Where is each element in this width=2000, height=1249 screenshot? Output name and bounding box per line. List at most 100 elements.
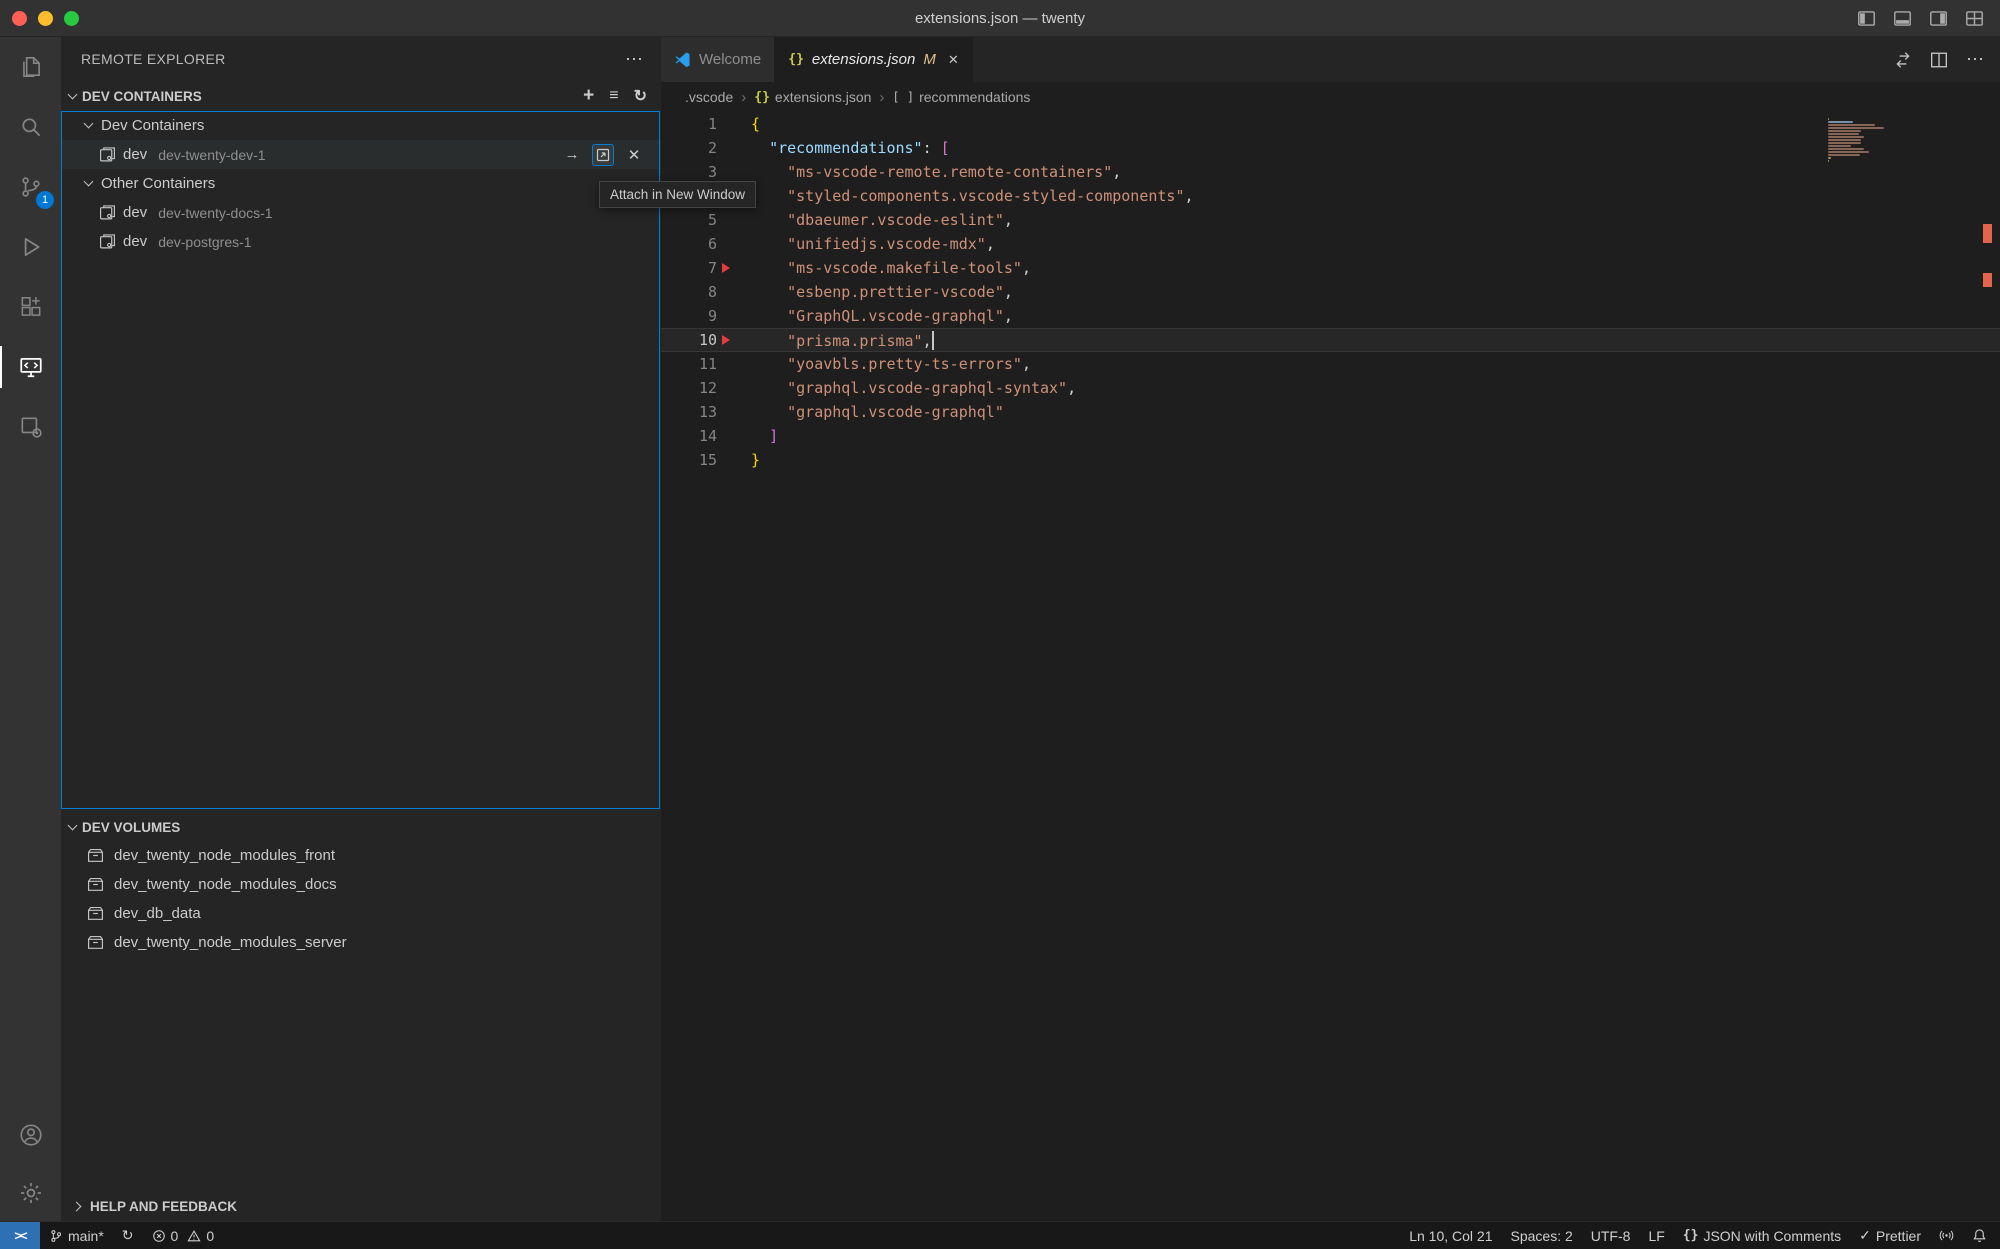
toggle-primary-sidebar-icon[interactable] [1857,9,1876,28]
overview-ruler[interactable] [1983,112,1992,1221]
breadcrumb-symbol[interactable]: [ ] recommendations [892,89,1030,105]
code-line-6[interactable]: 6 "unifiedjs.vscode-mdx", [661,232,2000,256]
code-line-7[interactable]: 7 "ms-vscode.makefile-tools", [661,256,2000,280]
attach-current-window-button[interactable]: → [561,144,583,166]
code-line-9[interactable]: 9 "GraphQL.vscode-graphql", [661,304,2000,328]
line-number[interactable]: 11 [661,355,717,373]
eol-item[interactable]: LF [1639,1222,1673,1249]
code-line-3[interactable]: 3 "ms-vscode-remote.remote-containers", [661,160,2000,184]
breadcrumb: .vscode › {} extensions.json › [ ] recom… [661,82,2000,112]
line-number[interactable]: 1 [661,115,717,133]
container-icon [99,204,116,221]
remote-explorer-icon[interactable] [0,337,61,397]
close-window-button[interactable] [12,11,27,26]
git-branch-item[interactable]: main* [40,1222,113,1249]
code-line-15[interactable]: 15} [661,448,2000,472]
tree-group-dev-containers[interactable]: Dev Containers [61,111,661,140]
container-row-dev-postgres-1[interactable]: devdev-postgres-1 [61,227,661,256]
code-line-12[interactable]: 12 "graphql.vscode-graphql-syntax", [661,376,2000,400]
volume-row-dev_twenty_node_modules_front[interactable]: dev_twenty_node_modules_front [61,841,661,870]
show-all-containers-icon[interactable]: ≡ [609,87,618,105]
line-number[interactable]: 7 [661,259,717,277]
line-number[interactable]: 14 [661,427,717,445]
code-text: "dbaeumer.vscode-eslint", [751,211,1013,229]
git-sync-icon[interactable]: ↻ [113,1222,143,1249]
container-row-dev-twenty-dev-1[interactable]: devdev-twenty-dev-1→✕ [61,140,661,169]
text-cursor [932,331,934,350]
line-number[interactable]: 10 [661,331,717,349]
code-line-4[interactable]: 4 "styled-components.vscode-styled-compo… [661,184,2000,208]
new-dev-container-icon[interactable]: + [583,85,594,107]
customize-layout-icon[interactable] [1965,9,1984,28]
section-help-feedback[interactable]: HELP AND FEEDBACK [61,1191,661,1221]
formatter-item[interactable]: ✓ Prettier [1850,1222,1930,1249]
tab-welcome-label: Welcome [699,51,761,68]
dev-containers-icon[interactable] [0,397,61,457]
stop-container-button[interactable]: ✕ [623,144,645,166]
attach-new-window-button[interactable] [592,144,614,166]
container-row-dev-twenty-docs-1[interactable]: devdev-twenty-docs-1 [61,198,661,227]
tab-welcome[interactable]: Welcome [661,37,775,82]
broadcast-icon[interactable] [1930,1222,1963,1249]
accounts-icon[interactable] [0,1105,61,1165]
remote-indicator-button[interactable]: >< [0,1222,40,1249]
problems-item[interactable]: 0 0 [143,1222,224,1249]
line-number[interactable]: 6 [661,235,717,253]
run-debug-icon[interactable] [0,217,61,277]
split-editor-icon[interactable] [1930,51,1948,69]
window-controls [0,11,79,26]
toggle-panel-icon[interactable] [1893,9,1912,28]
settings-gear-icon[interactable] [0,1165,61,1221]
encoding-item[interactable]: UTF-8 [1582,1222,1640,1249]
line-number[interactable]: 9 [661,307,717,325]
minimap-line [1828,151,1869,153]
language-mode-item[interactable]: {} JSON with Comments [1674,1222,1850,1249]
code-line-10[interactable]: 10 "prisma.prisma", [661,328,2000,352]
sidebar-more-actions-icon[interactable]: ⋯ [625,49,643,70]
tree-group-other-containers[interactable]: Other Containers [61,169,661,198]
indentation-item[interactable]: Spaces: 2 [1502,1222,1582,1249]
section-dev-containers[interactable]: DEV CONTAINERS + ≡ ↻ [61,81,661,111]
container-description: dev-twenty-docs-1 [158,205,272,221]
volume-label: dev_twenty_node_modules_front [114,847,335,864]
line-number[interactable]: 15 [661,451,717,469]
source-control-icon[interactable]: 1 [0,157,61,217]
line-number[interactable]: 8 [661,283,717,301]
section-dev-volumes[interactable]: DEV VOLUMES [61,813,661,841]
minimize-window-button[interactable] [38,11,53,26]
line-number[interactable]: 13 [661,403,717,421]
code-line-8[interactable]: 8 "esbenp.prettier-vscode", [661,280,2000,304]
volume-row-dev_twenty_node_modules_server[interactable]: dev_twenty_node_modules_server [61,928,661,957]
breadcrumb-file[interactable]: {} extensions.json [754,89,871,105]
refresh-icon[interactable]: ↻ [634,86,647,106]
code-line-1[interactable]: 1{ [661,112,2000,136]
breadcrumb-folder[interactable]: .vscode [685,89,733,105]
volume-row-dev_db_data[interactable]: dev_db_data [61,899,661,928]
minimap[interactable] [1828,118,1888,163]
line-number[interactable]: 3 [661,163,717,181]
cursor-position-item[interactable]: Ln 10, Col 21 [1400,1222,1501,1249]
code-line-14[interactable]: 14 ] [661,424,2000,448]
code-line-11[interactable]: 11 "yoavbls.pretty-ts-errors", [661,352,2000,376]
line-number[interactable]: 12 [661,379,717,397]
close-tab-icon[interactable]: ✕ [948,52,959,68]
line-number[interactable]: 5 [661,211,717,229]
code-line-2[interactable]: 2 "recommendations": [ [661,136,2000,160]
line-number[interactable]: 2 [661,139,717,157]
code-editor[interactable]: 1{2 "recommendations": [3 "ms-vscode-rem… [661,112,2000,1221]
tab-extensions-json[interactable]: {} extensions.json M ✕ [775,37,972,82]
gutter-marker-icon [722,335,730,345]
explorer-icon[interactable] [0,37,61,97]
more-actions-icon[interactable]: ⋯ [1966,49,1984,70]
notifications-bell-icon[interactable] [1963,1222,1996,1249]
open-changes-icon[interactable] [1894,51,1912,69]
volume-row-dev_twenty_node_modules_docs[interactable]: dev_twenty_node_modules_docs [61,870,661,899]
maximize-window-button[interactable] [64,11,79,26]
code-line-5[interactable]: 5 "dbaeumer.vscode-eslint", [661,208,2000,232]
braces-icon: {} [1683,1228,1699,1243]
code-line-13[interactable]: 13 "graphql.vscode-graphql" [661,400,2000,424]
array-symbol-icon: [ ] [892,90,914,104]
search-icon[interactable] [0,97,61,157]
toggle-secondary-sidebar-icon[interactable] [1929,9,1948,28]
extensions-icon[interactable] [0,277,61,337]
